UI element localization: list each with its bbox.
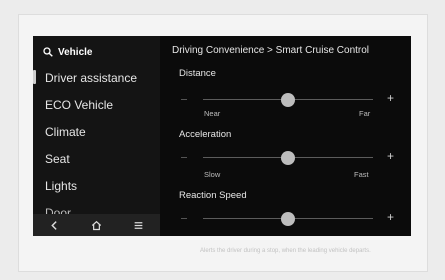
back-button[interactable] xyxy=(44,215,64,235)
sidebar-item-driver-assistance[interactable]: Driver assistance xyxy=(33,65,160,91)
home-button[interactable] xyxy=(86,215,106,235)
menu-icon xyxy=(134,221,143,229)
sidebar-item-label: Seat xyxy=(45,152,70,166)
sidebar-item-label: Driver assistance xyxy=(45,71,138,85)
home-icon xyxy=(91,220,102,230)
sidebar-item-lights[interactable]: Lights xyxy=(33,173,160,199)
sidebar-item-seat[interactable]: Seat xyxy=(33,146,160,172)
slider-thumb[interactable] xyxy=(281,151,295,165)
search-icon xyxy=(43,47,53,57)
increase-button[interactable]: + xyxy=(387,91,394,105)
distance-slider[interactable]: + xyxy=(179,91,401,107)
setting-title-reaction-speed: Reaction Speed xyxy=(179,190,247,201)
distance-min-label: Near xyxy=(204,109,221,118)
decrease-button[interactable] xyxy=(181,157,187,158)
sidebar-item-climate[interactable]: Climate xyxy=(33,119,160,145)
setting-title-distance: Distance xyxy=(179,68,216,79)
increase-button[interactable]: + xyxy=(387,149,394,163)
infotainment-screen: Vehicle Driver assistance ECO Vehicle Cl… xyxy=(33,36,411,236)
increase-button[interactable]: + xyxy=(387,210,394,224)
decrease-button[interactable] xyxy=(181,99,187,100)
sidebar-item-eco-vehicle[interactable]: ECO Vehicle xyxy=(33,92,160,118)
decrease-button[interactable] xyxy=(181,218,187,219)
sidebar-item-label: Lights xyxy=(45,179,78,193)
distance-max-label: Far xyxy=(359,109,371,118)
menu-button[interactable] xyxy=(129,215,149,235)
acceleration-slider[interactable]: + xyxy=(179,149,401,165)
bottom-nav-bar xyxy=(33,214,160,236)
sidebar-search-label: Vehicle xyxy=(58,46,93,58)
sidebar-item-label: Climate xyxy=(45,125,86,139)
slider-thumb[interactable] xyxy=(281,212,295,226)
breadcrumb: Driving Convenience > Smart Cruise Contr… xyxy=(172,45,370,56)
back-icon xyxy=(50,220,57,230)
caption-text: Alerts the driver during a stop, when th… xyxy=(200,248,371,254)
sidebar-item-label: ECO Vehicle xyxy=(45,98,114,112)
setting-title-acceleration: Acceleration xyxy=(179,129,232,140)
acceleration-max-label: Fast xyxy=(354,170,369,179)
acceleration-min-label: Slow xyxy=(204,170,221,179)
reaction-speed-slider[interactable]: + xyxy=(179,210,401,226)
sidebar-search[interactable]: Vehicle xyxy=(43,44,92,60)
sidebar: Vehicle Driver assistance ECO Vehicle Cl… xyxy=(33,36,160,236)
slider-thumb[interactable] xyxy=(281,93,295,107)
